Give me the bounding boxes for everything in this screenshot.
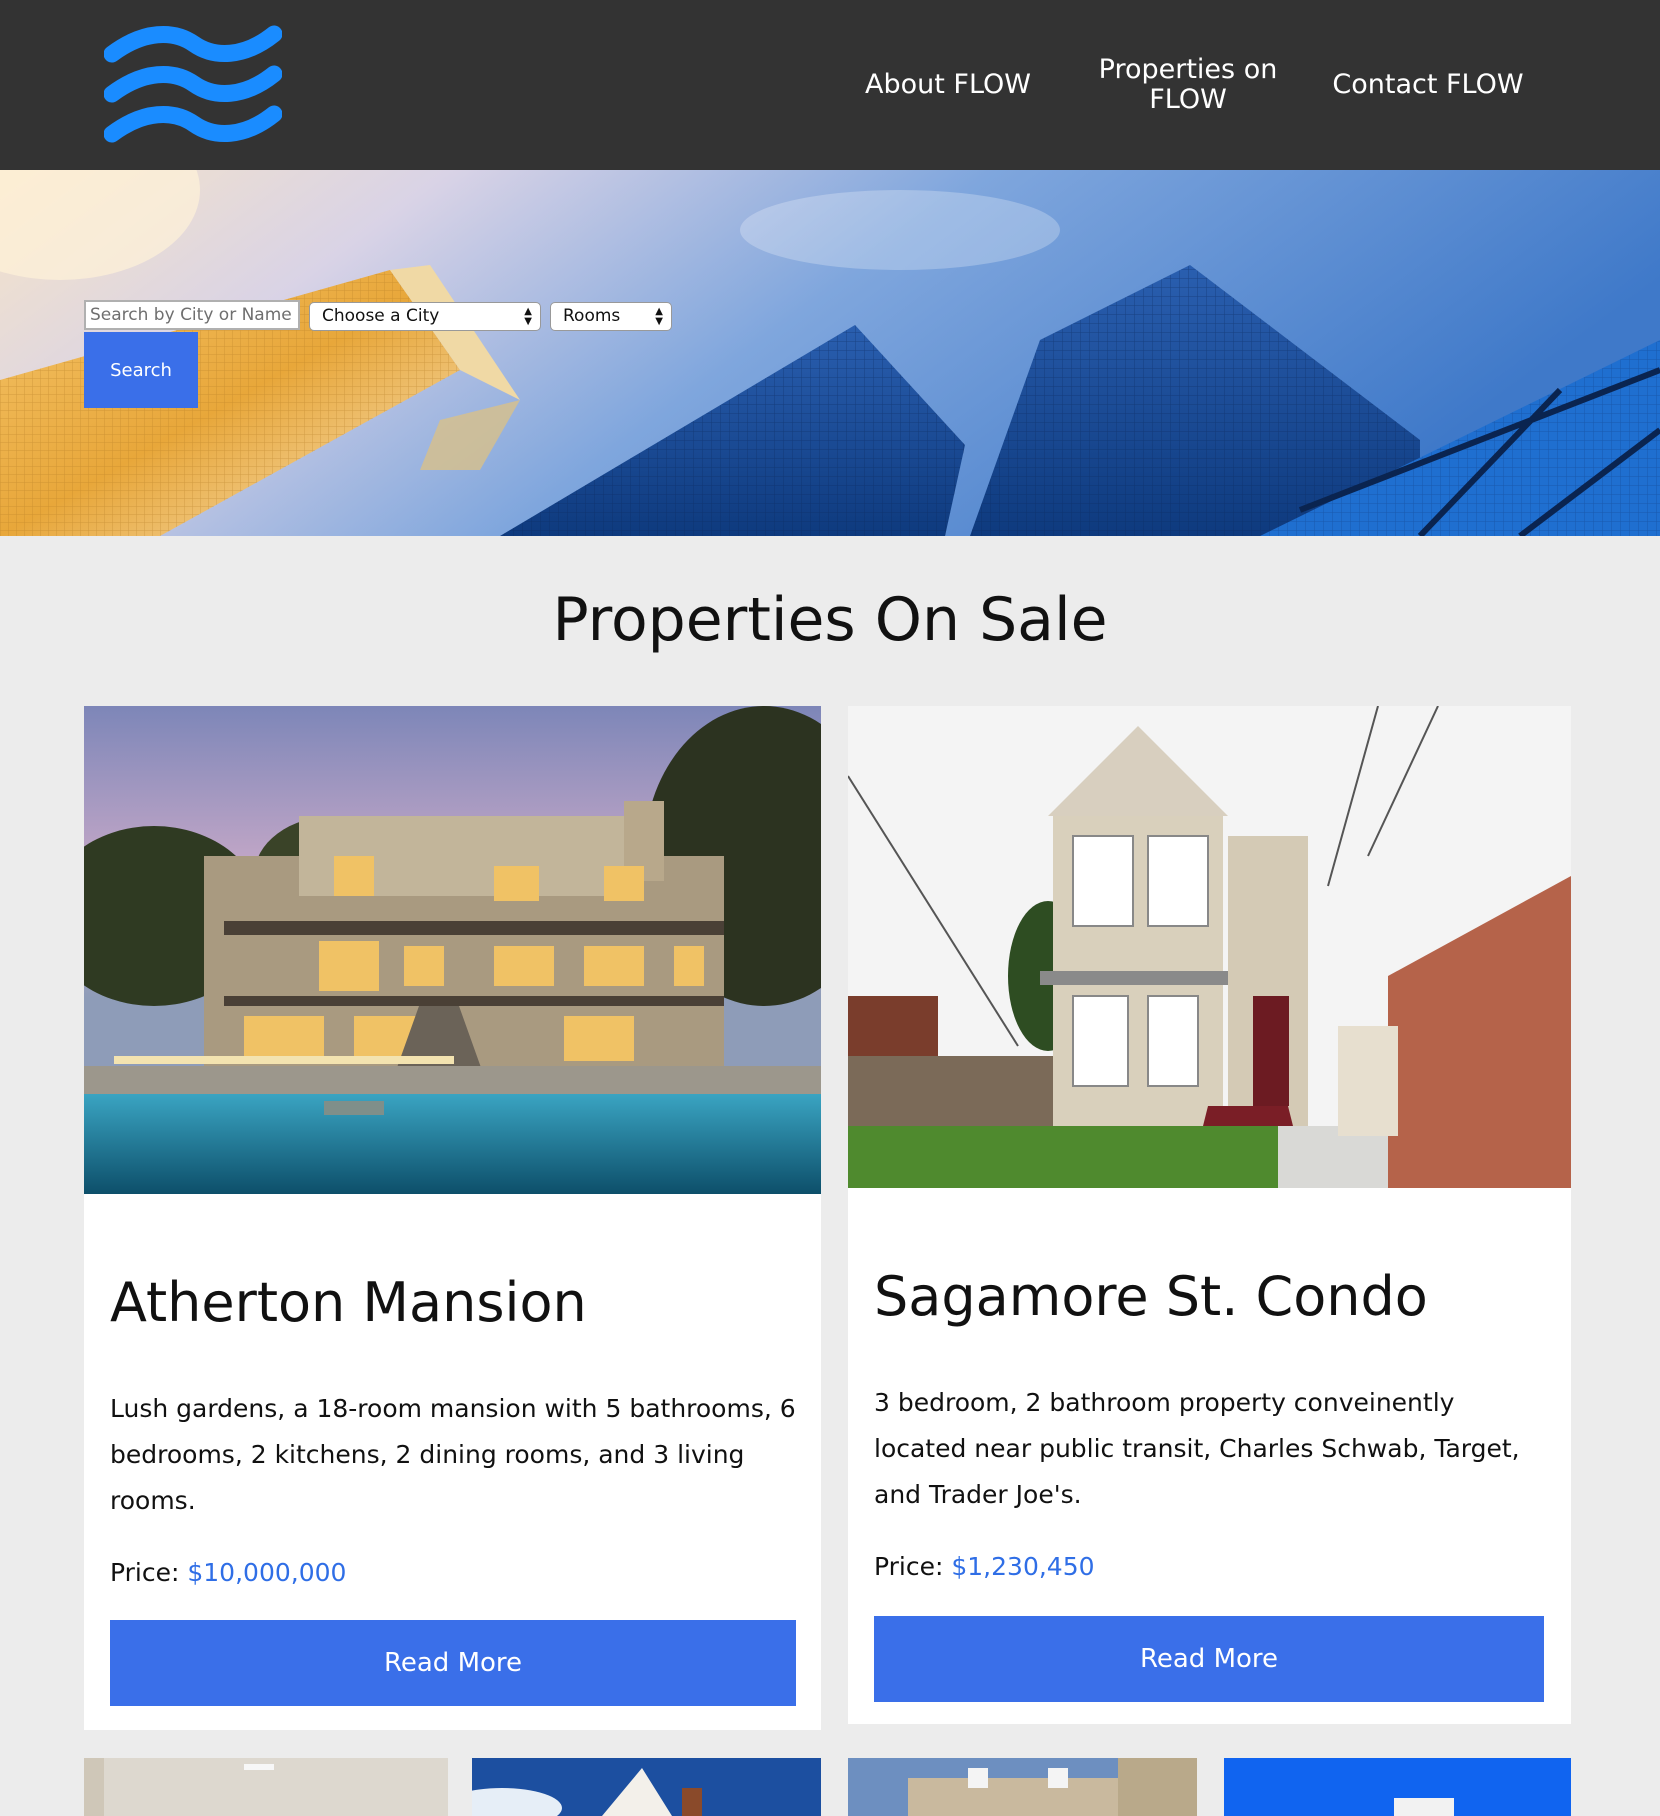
skyscraper-hero-image: [0, 170, 1660, 536]
nav-about[interactable]: About FLOW: [842, 70, 1054, 100]
property-photo[interactable]: [848, 706, 1571, 1188]
price-value: $1,230,450: [951, 1552, 1095, 1581]
property-price: Price: $1,230,450: [874, 1552, 1095, 1581]
price-label: Price:: [874, 1552, 944, 1581]
property-card: Atherton Mansion Lush gardens, a 18-room…: [84, 706, 821, 1730]
rooms-select[interactable]: Rooms ▲ ▼: [550, 302, 672, 331]
page-title: Properties On Sale: [552, 585, 1108, 655]
site-header: About FLOW Properties on FLOW Contact FL…: [0, 0, 1660, 170]
read-more-button[interactable]: Read More: [110, 1620, 796, 1706]
city-select-value: Choose a City: [322, 306, 440, 326]
city-select[interactable]: Choose a City ▲ ▼: [309, 302, 541, 331]
property-description: Lush gardens, a 18-room mansion with 5 b…: [110, 1394, 796, 1515]
hero-banner: Choose a City ▲▼ Rooms ▲▼ Search: [0, 170, 1660, 536]
read-more-button[interactable]: Read More: [874, 1616, 1544, 1702]
property-description: 3 bedroom, 2 bathroom property conveinen…: [874, 1388, 1520, 1509]
property-photo[interactable]: [84, 706, 821, 1194]
property-thumbnail[interactable]: [472, 1758, 821, 1816]
nav-contact[interactable]: Contact FLOW: [1322, 70, 1534, 100]
property-title[interactable]: Atherton Mansion: [110, 1271, 587, 1334]
price-value: $10,000,000: [187, 1558, 347, 1587]
property-title[interactable]: Sagamore St. Condo: [874, 1265, 1428, 1328]
search-button[interactable]: Search: [84, 332, 198, 408]
nav-properties[interactable]: Properties on FLOW: [1088, 55, 1288, 115]
search-input[interactable]: [84, 300, 300, 330]
select-arrows-icon: ▲ ▼: [524, 306, 532, 327]
rooms-select-value: Rooms: [563, 306, 621, 326]
flow-wave-logo-icon[interactable]: [104, 22, 282, 146]
property-thumbnail[interactable]: [848, 1758, 1197, 1816]
select-arrows-icon: ▲ ▼: [655, 306, 663, 327]
property-price: Price: $10,000,000: [110, 1558, 346, 1587]
price-label: Price:: [110, 1558, 180, 1587]
property-card: Sagamore St. Condo 3 bedroom, 2 bathroom…: [848, 706, 1571, 1724]
property-thumbnail[interactable]: [1224, 1758, 1571, 1816]
property-thumbnail[interactable]: [84, 1758, 448, 1816]
